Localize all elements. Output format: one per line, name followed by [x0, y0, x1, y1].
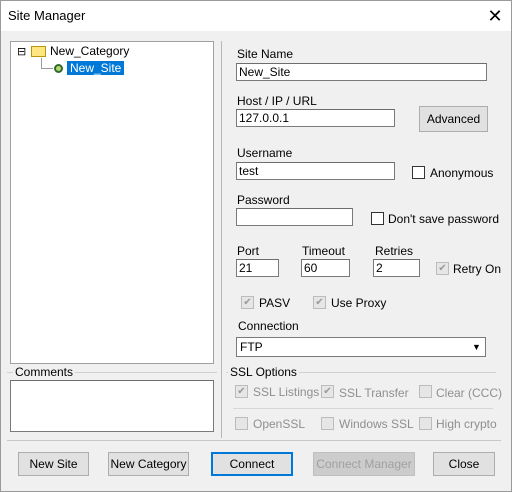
use-proxy-label: Use Proxy: [331, 296, 387, 310]
openssl-label: OpenSSL: [253, 417, 306, 431]
ssl-options-label: SSL Options: [228, 365, 299, 379]
connection-label: Connection: [238, 319, 299, 333]
username-label: Username: [237, 146, 293, 160]
timeout-label: Timeout: [302, 244, 345, 258]
title-bar: Site Manager ✕: [1, 1, 511, 31]
site-name-label: Site Name: [237, 47, 294, 61]
panel-divider: [221, 41, 222, 438]
port-label: Port: [237, 244, 260, 258]
site-tree[interactable]: ⊟ New_Category New_Site: [10, 41, 214, 364]
folder-icon: [31, 45, 46, 57]
anonymous-label: Anonymous: [430, 166, 494, 180]
tree-item-site[interactable]: New_Site: [54, 61, 125, 75]
site-icon: [54, 63, 63, 73]
host-field[interactable]: 127.0.0.1: [236, 109, 395, 127]
port-field[interactable]: 21: [236, 259, 279, 277]
pasv-checkbox[interactable]: [241, 296, 254, 309]
windows-ssl-checkbox[interactable]: [321, 417, 334, 430]
clear-ccc-checkbox[interactable]: [419, 385, 432, 398]
dont-save-password-label: Don't save password: [388, 212, 500, 226]
close-icon[interactable]: ✕: [479, 1, 511, 31]
retries-field[interactable]: 2: [373, 259, 420, 277]
anonymous-checkbox[interactable]: [412, 166, 425, 179]
username-field[interactable]: test: [236, 162, 395, 180]
host-label: Host / IP / URL: [237, 94, 317, 108]
windows-ssl-label: Windows SSL: [339, 417, 414, 431]
new-site-button[interactable]: New Site: [18, 452, 89, 476]
category-label: New_Category: [50, 44, 130, 58]
retries-label: Retries: [375, 244, 414, 258]
connection-value: FTP: [240, 340, 263, 354]
collapse-icon[interactable]: ⊟: [17, 45, 29, 58]
site-manager-window: Site Manager ✕ ⊟ New_Category New_Site C…: [0, 0, 512, 492]
new-category-button[interactable]: New Category: [108, 452, 189, 476]
tree-item-category[interactable]: ⊟ New_Category: [17, 44, 129, 58]
advanced-button[interactable]: Advanced: [419, 106, 488, 132]
dont-save-password-checkbox[interactable]: [371, 212, 384, 225]
site-label: New_Site: [67, 61, 125, 75]
retry-on-label: Retry On: [453, 262, 502, 276]
high-crypto-checkbox[interactable]: [419, 417, 432, 430]
clear-ccc-label: Clear (CCC): [436, 386, 502, 400]
comments-label: Comments: [13, 365, 76, 379]
window-title: Site Manager: [8, 8, 86, 23]
tree-connector-vertical: [41, 58, 42, 68]
site-name-field[interactable]: New_Site: [236, 63, 487, 81]
connect-button[interactable]: Connect: [211, 452, 293, 476]
chevron-down-icon[interactable]: ▼: [469, 339, 484, 355]
ssl-separator: [233, 408, 493, 409]
ssl-transfer-checkbox[interactable]: [321, 385, 334, 398]
connect-manager-button[interactable]: Connect Manager: [313, 452, 415, 476]
password-label: Password: [237, 193, 290, 207]
bottom-separator: [7, 440, 501, 441]
retry-on-checkbox[interactable]: [436, 262, 449, 275]
timeout-field[interactable]: 60: [301, 259, 350, 277]
pasv-label: PASV: [259, 296, 291, 310]
password-field[interactable]: [236, 208, 353, 226]
tree-connector-horizontal: [41, 68, 53, 69]
comments-field[interactable]: [10, 380, 214, 432]
openssl-checkbox[interactable]: [235, 417, 248, 430]
ssl-listings-label: SSL Listings: [253, 385, 320, 399]
ssl-listings-checkbox[interactable]: [235, 385, 248, 398]
high-crypto-label: High crypto: [436, 417, 497, 431]
ssl-transfer-label: SSL Transfer: [339, 386, 409, 400]
use-proxy-checkbox[interactable]: [313, 296, 326, 309]
connection-dropdown[interactable]: FTP ▼: [236, 337, 486, 357]
close-button[interactable]: Close: [433, 452, 495, 476]
